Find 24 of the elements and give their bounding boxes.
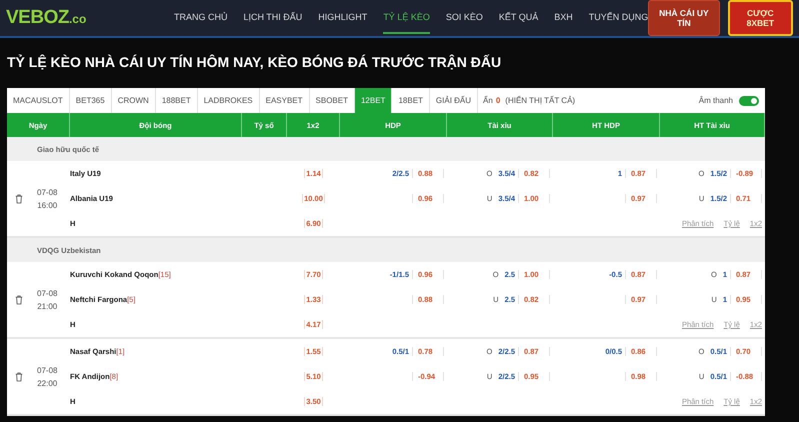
nav-link[interactable]: TUYỂN DỤNG (588, 2, 648, 34)
header-button[interactable]: NHÀ CÁI UY TÍN (648, 0, 720, 36)
site-logo[interactable]: VEBOZ.co (6, 7, 160, 29)
hidden-label: Ẩn (483, 96, 493, 105)
match-time: 07-08 16:00 (37, 186, 58, 212)
nav-link[interactable]: TRANG CHỦ (174, 2, 228, 34)
sound-label: Âm thanh (698, 96, 733, 105)
nav-link[interactable]: TỶ LỆ KÈO (383, 2, 430, 34)
match-time: 07-08 22:00 (37, 364, 58, 390)
nav-link[interactable]: BXH (554, 2, 573, 34)
trash-icon[interactable] (15, 372, 23, 382)
bookmaker-tab[interactable]: 12BET (354, 88, 392, 113)
page-title: TỶ LỆ KÈO NHÀ CÁI UY TÍN HÔM NAY, KÈO BÓNG ĐÁ TRƯỚC TRẬN ĐẤU (6, 53, 502, 72)
nav-link[interactable]: SOI KÈO (446, 2, 483, 34)
nav-link[interactable]: KẾT QUẢ (498, 2, 538, 34)
match-time: 07-08 21:00 (37, 288, 58, 312)
sound-toggle[interactable] (739, 96, 759, 106)
show-all-link[interactable]: (HIỂN THỊ TẤT CẢ) (505, 96, 576, 105)
trash-icon[interactable] (15, 294, 23, 304)
header-button[interactable]: CƯỢC 8XBET (728, 0, 793, 36)
trash-icon[interactable] (15, 194, 23, 204)
nav-link[interactable]: HIGHLIGHT (318, 2, 368, 34)
hidden-count: 0 (496, 96, 500, 105)
nav-link[interactable]: LỊCH THI ĐẤU (243, 2, 302, 34)
